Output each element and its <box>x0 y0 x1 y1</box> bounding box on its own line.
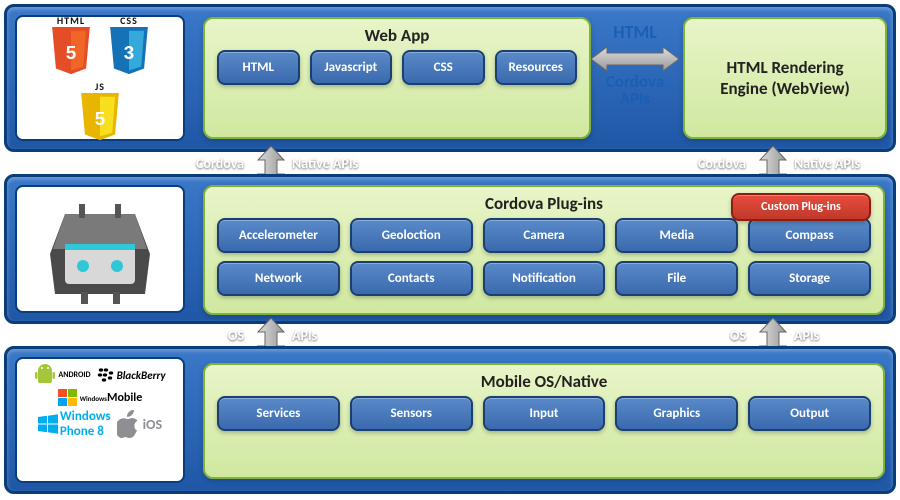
pill-notification: Notification <box>483 261 606 296</box>
pill-media: Media <box>615 218 738 253</box>
shield-icon: 3 <box>105 27 153 76</box>
pill-file: File <box>615 261 738 296</box>
pill-css: CSS <box>402 50 485 85</box>
label-cordova-r: Cordova <box>698 155 746 172</box>
ios-logo: iOS <box>117 409 163 439</box>
pill-network: Network <box>217 261 340 296</box>
webview-box: HTML Rendering Engine (WebView) <box>683 17 887 139</box>
webview-title-2: Engine (WebView) <box>685 78 885 99</box>
pill-resources: Resources <box>495 50 578 85</box>
pill-graphics: Graphics <box>615 396 738 431</box>
pill-input: Input <box>483 396 606 431</box>
blackberry-logo: BlackBerry <box>97 363 166 387</box>
layer-web: HTML 5 CSS 3 JS 5 Web App <box>4 4 896 152</box>
pill-accelerometer: Accelerometer <box>217 218 340 253</box>
pill-services: Services <box>217 396 340 431</box>
label-native-r: Native APIs <box>794 155 860 172</box>
html5-caption: HTML <box>57 14 85 27</box>
pill-camera: Camera <box>483 218 606 253</box>
arrow-horizontal-icon <box>591 45 679 73</box>
label-os-r: OS <box>730 327 746 344</box>
pill-storage: Storage <box>748 261 871 296</box>
css3-caption: CSS <box>120 14 138 27</box>
os-box: Mobile OS/Native Services Sensors Input … <box>203 363 885 479</box>
os-items: Services Sensors Input Graphics Output <box>205 396 883 439</box>
plugins-row2: Network Contacts Notification File Stora… <box>205 261 883 304</box>
webapp-title: Web App <box>205 19 589 50</box>
windows-phone-logo: WindowsPhone 8 <box>38 409 111 439</box>
platform-logos: ANDROID BlackBerry WindowsMobile Windows… <box>15 357 185 483</box>
pill-js: Javascript <box>310 50 393 85</box>
js-caption: JS <box>95 80 105 93</box>
shield-icon: 5 <box>47 27 95 76</box>
css3-badge: CSS 3 <box>102 14 156 76</box>
cordova-robot-icon <box>35 194 165 304</box>
connector-html: HTML <box>595 21 675 43</box>
pill-geolocation: Geoloction <box>350 218 473 253</box>
label-cordova-l: Cordova <box>196 155 244 172</box>
layer-os: ANDROID BlackBerry WindowsMobile Windows… <box>4 346 896 494</box>
pill-html: HTML <box>217 50 300 85</box>
cordova-logo-box <box>15 185 185 313</box>
html5-badge: HTML 5 <box>44 14 98 76</box>
js-badge: JS 5 <box>73 80 127 142</box>
pill-compass: Compass <box>748 218 871 253</box>
label-apis-r: APIs <box>794 327 819 344</box>
pill-contacts: Contacts <box>350 261 473 296</box>
webapp-box: Web App HTML Javascript CSS Resources <box>203 17 591 139</box>
os-title: Mobile OS/Native <box>205 365 883 396</box>
pill-sensors: Sensors <box>350 396 473 431</box>
plugins-box: Cordova Plug-ins Custom Plug-ins Acceler… <box>203 185 885 315</box>
svg-text:5: 5 <box>66 42 76 63</box>
svg-text:3: 3 <box>124 42 134 63</box>
label-apis-l: APIs <box>292 327 317 344</box>
android-logo: ANDROID <box>34 363 90 387</box>
layer-plugins: Cordova Plug-ins Custom Plug-ins Acceler… <box>4 174 896 324</box>
web-tech-logos: HTML 5 CSS 3 JS 5 <box>15 15 185 141</box>
svg-text:5: 5 <box>95 108 105 129</box>
connector-cordova-apis: Cordova APIs <box>591 73 679 107</box>
pill-output: Output <box>748 396 871 431</box>
webapp-items: HTML Javascript CSS Resources <box>205 50 589 93</box>
webview-title-1: HTML Rendering <box>685 57 885 78</box>
plugins-row1: Accelerometer Geoloction Camera Media Co… <box>205 218 883 261</box>
custom-plugins: Custom Plug-ins <box>731 193 871 221</box>
label-os-l: OS <box>228 327 244 344</box>
shield-icon: 5 <box>76 93 124 142</box>
windows-mobile-logo: WindowsMobile <box>58 389 143 407</box>
label-native-l: Native APIs <box>292 155 358 172</box>
